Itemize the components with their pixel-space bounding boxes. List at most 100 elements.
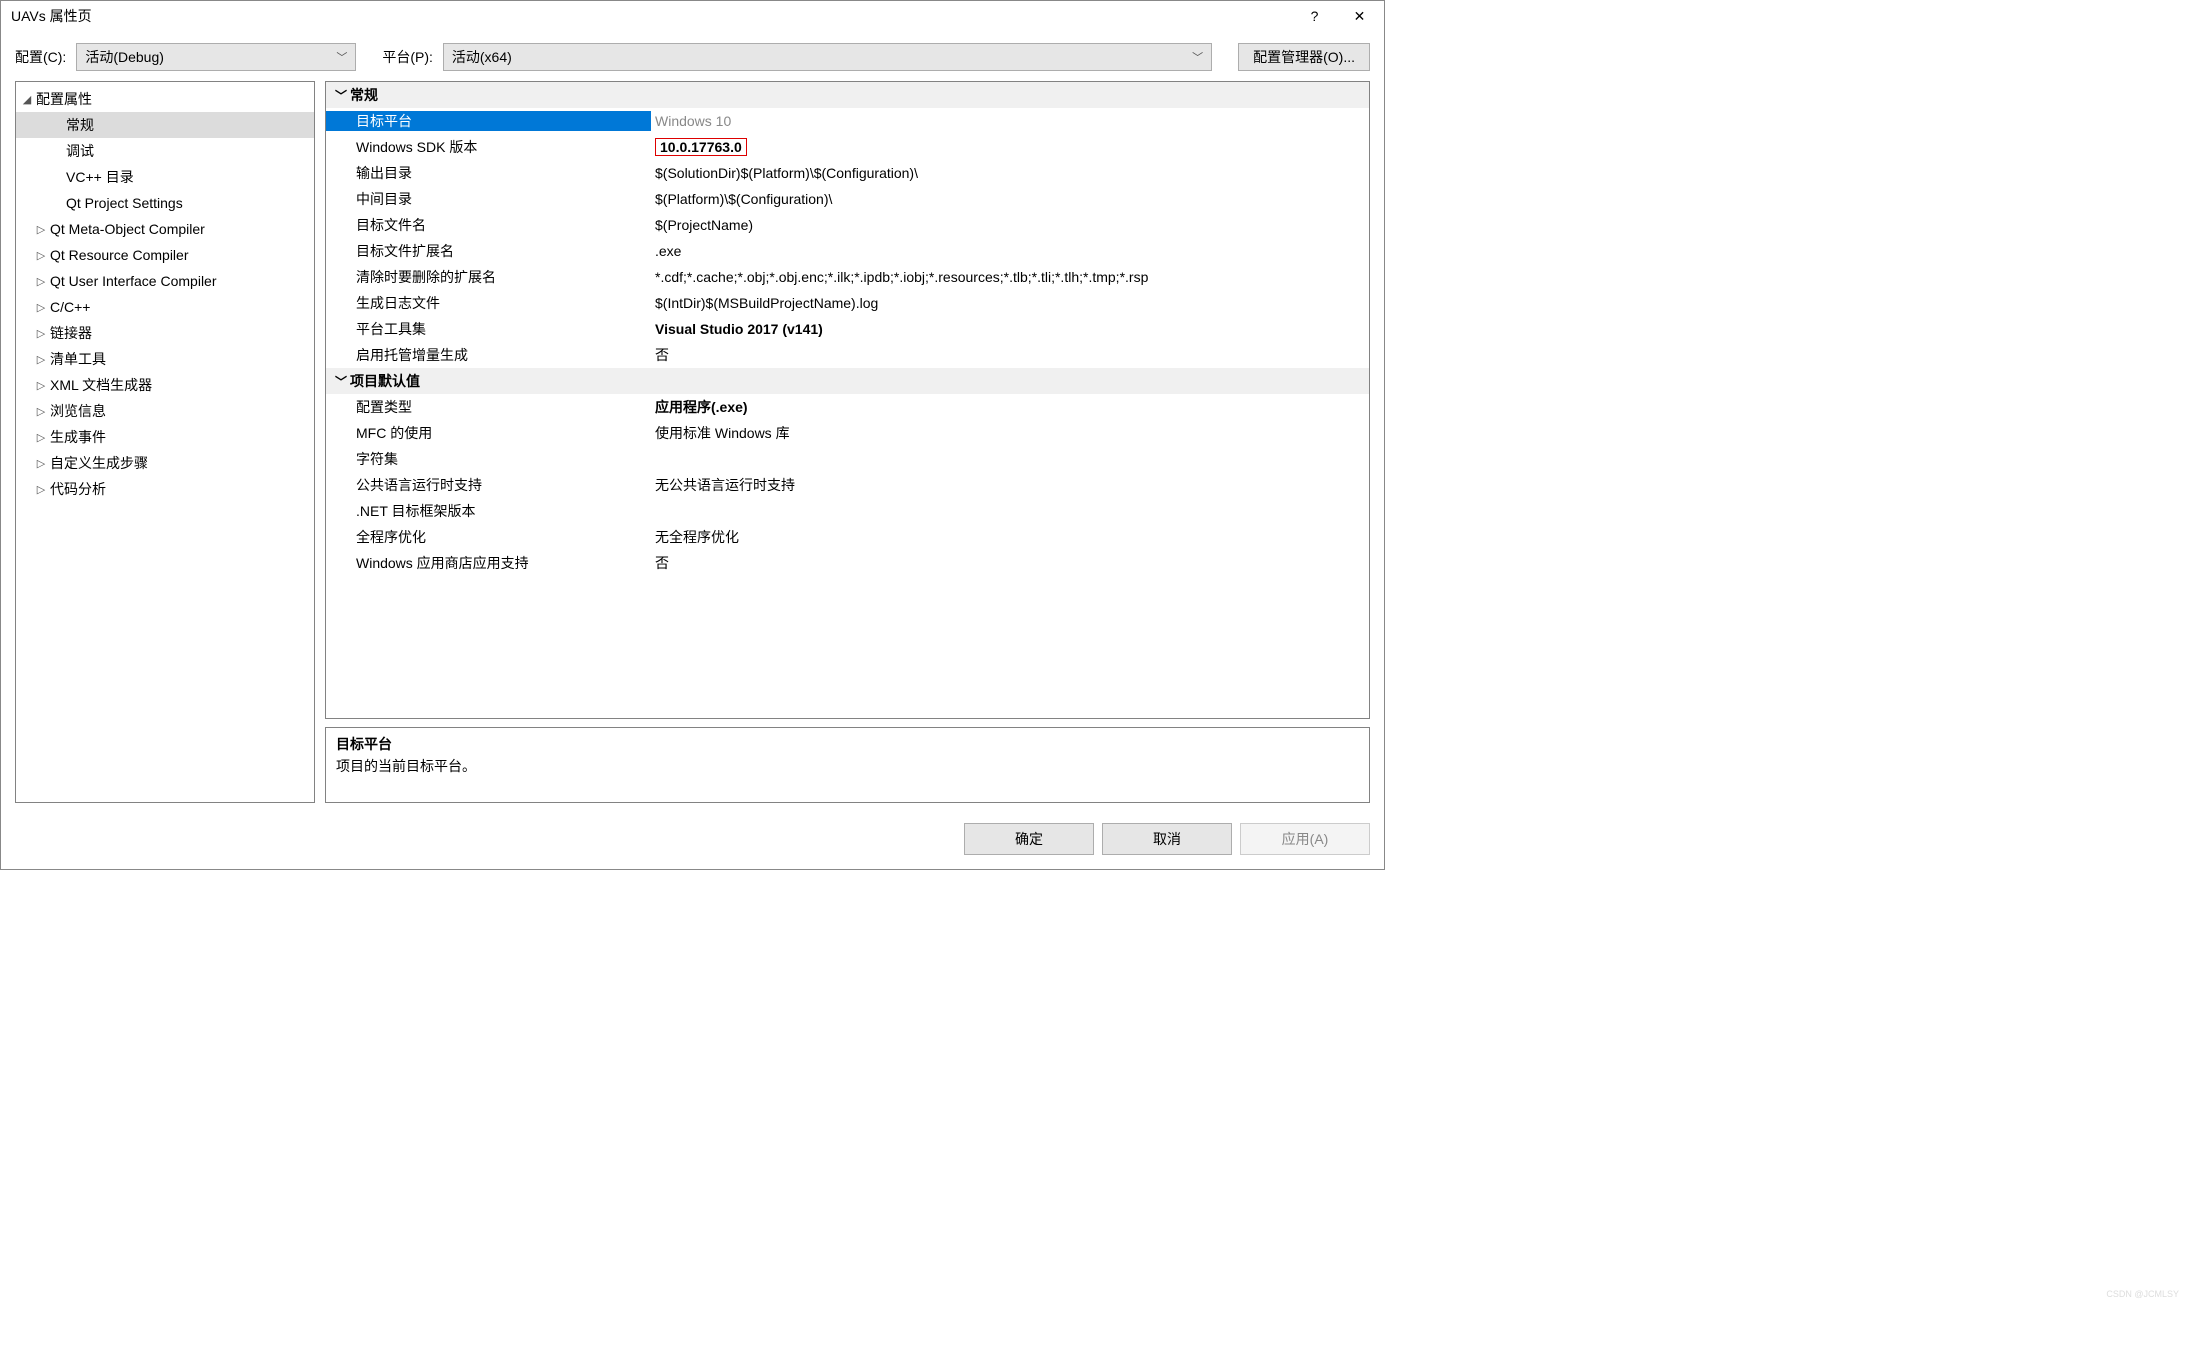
- tree-item[interactable]: ▷C/C++: [16, 294, 314, 320]
- tree-item[interactable]: ▷代码分析: [16, 476, 314, 502]
- grid-row-name: 清除时要删除的扩展名: [326, 267, 651, 287]
- expand-icon[interactable]: ▷: [34, 327, 48, 340]
- tree[interactable]: ◢ 配置属性 常规调试VC++ 目录Qt Project Settings▷Qt…: [15, 81, 315, 803]
- config-combo[interactable]: 活动(Debug) ﹀: [76, 43, 356, 71]
- grid-row[interactable]: 目标文件名$(ProjectName): [326, 212, 1369, 238]
- tree-item[interactable]: ▷XML 文档生成器: [16, 372, 314, 398]
- tree-item[interactable]: Qt Project Settings: [16, 190, 314, 216]
- apply-button[interactable]: 应用(A): [1240, 823, 1370, 855]
- chevron-down-icon: ﹀: [1192, 49, 1203, 65]
- grid-row[interactable]: 字符集: [326, 446, 1369, 472]
- tree-item[interactable]: ▷清单工具: [16, 346, 314, 372]
- tree-root[interactable]: ◢ 配置属性: [16, 86, 314, 112]
- chevron-down-icon: ﹀: [332, 87, 350, 104]
- tree-item-label: 代码分析: [48, 479, 106, 499]
- grid-row[interactable]: 启用托管增量生成否: [326, 342, 1369, 368]
- expand-icon[interactable]: ▷: [34, 249, 48, 262]
- tree-item-label: 生成事件: [48, 427, 106, 447]
- expand-icon[interactable]: ▷: [34, 431, 48, 444]
- expand-icon[interactable]: ▷: [34, 223, 48, 236]
- grid-row[interactable]: .NET 目标框架版本: [326, 498, 1369, 524]
- close-button[interactable]: ✕: [1337, 2, 1382, 30]
- tree-item[interactable]: ▷Qt User Interface Compiler: [16, 268, 314, 294]
- grid-row[interactable]: 全程序优化无全程序优化: [326, 524, 1369, 550]
- tree-item[interactable]: ▷生成事件: [16, 424, 314, 450]
- grid-row-value[interactable]: 应用程序(.exe): [651, 397, 1369, 417]
- expand-icon[interactable]: ▷: [34, 301, 48, 314]
- grid-row[interactable]: 生成日志文件$(IntDir)$(MSBuildProjectName).log: [326, 290, 1369, 316]
- expand-icon[interactable]: ▷: [34, 353, 48, 366]
- grid-row-value[interactable]: 使用标准 Windows 库: [651, 423, 1369, 443]
- grid-row[interactable]: 平台工具集Visual Studio 2017 (v141): [326, 316, 1369, 342]
- tree-item[interactable]: 调试: [16, 138, 314, 164]
- tree-item-label: C/C++: [48, 299, 90, 315]
- tree-item[interactable]: ▷Qt Meta-Object Compiler: [16, 216, 314, 242]
- grid-row-name: 字符集: [326, 449, 651, 469]
- grid-row-name: 全程序优化: [326, 527, 651, 547]
- grid-section-header[interactable]: ﹀项目默认值: [326, 368, 1369, 394]
- grid-row-name: 目标文件扩展名: [326, 241, 651, 261]
- tree-item[interactable]: ▷链接器: [16, 320, 314, 346]
- grid-row-value[interactable]: 无全程序优化: [651, 527, 1369, 547]
- expand-icon[interactable]: ▷: [34, 275, 48, 288]
- expand-icon[interactable]: ▷: [34, 405, 48, 418]
- grid-row-value[interactable]: 否: [651, 345, 1369, 365]
- expand-icon[interactable]: ▷: [34, 379, 48, 392]
- grid-row[interactable]: 目标平台Windows 10: [326, 108, 1369, 134]
- property-grid[interactable]: ﹀常规目标平台Windows 10Windows SDK 版本10.0.1776…: [325, 81, 1370, 719]
- grid-row-name: .NET 目标框架版本: [326, 501, 651, 521]
- grid-row[interactable]: 目标文件扩展名.exe: [326, 238, 1369, 264]
- grid-row-value[interactable]: 10.0.17763.0: [651, 138, 1369, 156]
- grid-row-value[interactable]: $(SolutionDir)$(Platform)\$(Configuratio…: [651, 165, 1369, 181]
- grid-section-header[interactable]: ﹀常规: [326, 82, 1369, 108]
- grid-row[interactable]: Windows SDK 版本10.0.17763.0: [326, 134, 1369, 160]
- platform-combo-value: 活动(x64): [452, 47, 512, 67]
- grid-section-title: 常规: [350, 85, 378, 105]
- description-panel: 目标平台 项目的当前目标平台。: [325, 727, 1370, 803]
- grid-row-value[interactable]: .exe: [651, 243, 1369, 259]
- config-manager-button[interactable]: 配置管理器(O)...: [1238, 43, 1370, 71]
- collapse-icon[interactable]: ◢: [20, 93, 34, 106]
- expand-icon[interactable]: ▷: [34, 483, 48, 496]
- tree-item[interactable]: ▷Qt Resource Compiler: [16, 242, 314, 268]
- tree-item[interactable]: ▷浏览信息: [16, 398, 314, 424]
- right-panel: ﹀常规目标平台Windows 10Windows SDK 版本10.0.1776…: [325, 81, 1370, 803]
- grid-row-value[interactable]: Visual Studio 2017 (v141): [651, 321, 1369, 337]
- tree-item-label: 清单工具: [48, 349, 106, 369]
- grid-row-name: 公共语言运行时支持: [326, 475, 651, 495]
- grid-row-value[interactable]: $(IntDir)$(MSBuildProjectName).log: [651, 295, 1369, 311]
- description-heading: 目标平台: [336, 734, 1359, 754]
- grid-row[interactable]: 输出目录$(SolutionDir)$(Platform)\$(Configur…: [326, 160, 1369, 186]
- grid-row[interactable]: 配置类型应用程序(.exe): [326, 394, 1369, 420]
- chevron-down-icon: ﹀: [332, 373, 350, 390]
- grid-row-value[interactable]: 否: [651, 553, 1369, 573]
- tree-item-label: 自定义生成步骤: [48, 453, 148, 473]
- grid-row[interactable]: 公共语言运行时支持无公共语言运行时支持: [326, 472, 1369, 498]
- platform-label: 平台(P):: [382, 47, 433, 67]
- grid-row-value[interactable]: $(ProjectName): [651, 217, 1369, 233]
- tree-item-label: 调试: [64, 141, 94, 161]
- tree-item-label: XML 文档生成器: [48, 375, 152, 395]
- platform-combo[interactable]: 活动(x64) ﹀: [443, 43, 1212, 71]
- grid-row-value[interactable]: 无公共语言运行时支持: [651, 475, 1369, 495]
- grid-row-value[interactable]: $(Platform)\$(Configuration)\: [651, 191, 1369, 207]
- tree-item-label: VC++ 目录: [64, 167, 134, 187]
- tree-item[interactable]: VC++ 目录: [16, 164, 314, 190]
- tree-item[interactable]: 常规: [16, 112, 314, 138]
- config-label: 配置(C):: [15, 47, 66, 67]
- help-button[interactable]: ?: [1292, 2, 1337, 30]
- cancel-button[interactable]: 取消: [1102, 823, 1232, 855]
- ok-button[interactable]: 确定: [964, 823, 1094, 855]
- grid-row-name: 目标文件名: [326, 215, 651, 235]
- grid-row[interactable]: 清除时要删除的扩展名*.cdf;*.cache;*.obj;*.obj.enc;…: [326, 264, 1369, 290]
- tree-item[interactable]: ▷自定义生成步骤: [16, 450, 314, 476]
- grid-row-value[interactable]: Windows 10: [651, 113, 1369, 129]
- watermark: CSDN @JCMLSY: [2106, 1289, 2179, 1299]
- tree-item-label: Qt Meta-Object Compiler: [48, 221, 205, 237]
- grid-row[interactable]: 中间目录$(Platform)\$(Configuration)\: [326, 186, 1369, 212]
- grid-row-value[interactable]: *.cdf;*.cache;*.obj;*.obj.enc;*.ilk;*.ip…: [651, 269, 1369, 285]
- grid-row[interactable]: MFC 的使用使用标准 Windows 库: [326, 420, 1369, 446]
- grid-row[interactable]: Windows 应用商店应用支持否: [326, 550, 1369, 576]
- expand-icon[interactable]: ▷: [34, 457, 48, 470]
- grid-row-name: 中间目录: [326, 189, 651, 209]
